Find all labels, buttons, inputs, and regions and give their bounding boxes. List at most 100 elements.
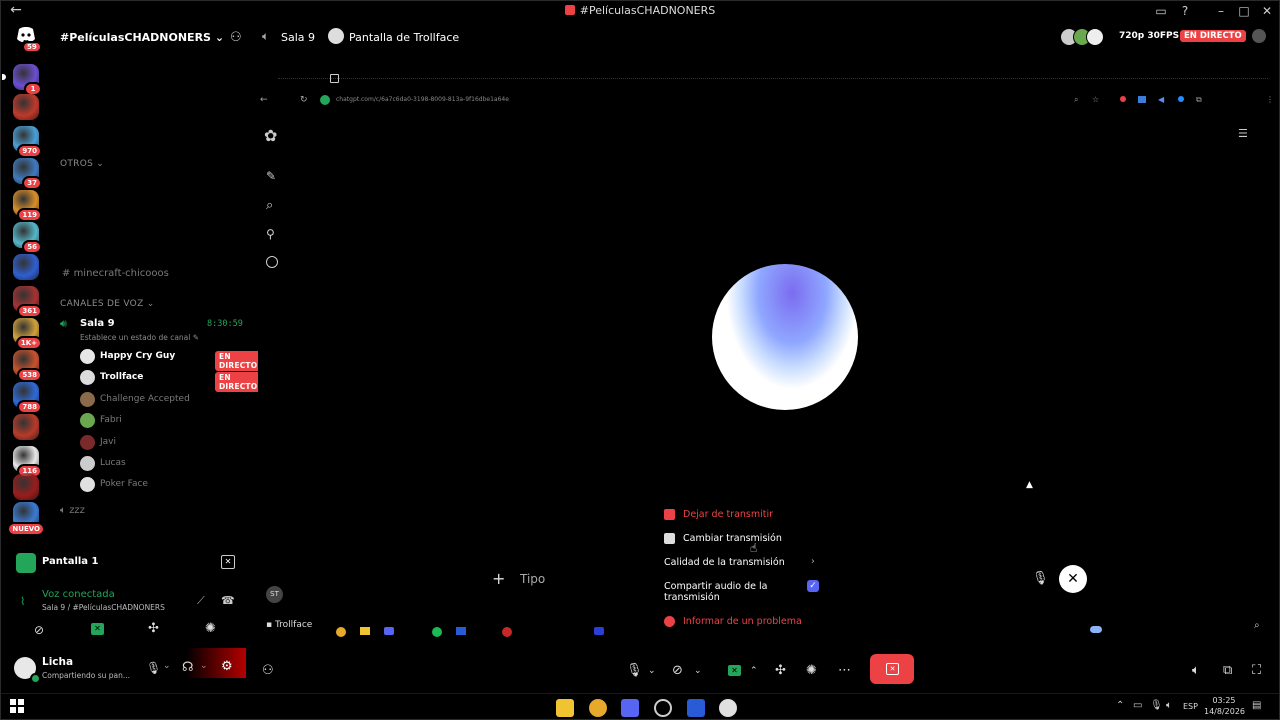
extension-icon[interactable] — [1178, 96, 1184, 102]
server-icon[interactable] — [13, 474, 39, 500]
reload-icon[interactable]: ↻ — [300, 95, 308, 105]
microphone-icon[interactable]: 🎙︎ — [626, 659, 643, 683]
report-problem-item[interactable]: Informar de un problema — [664, 616, 834, 630]
invite-icon[interactable]: ⚇ — [262, 659, 274, 683]
activities-icon[interactable]: ✣ — [775, 659, 786, 683]
windows-start-icon[interactable] — [10, 699, 24, 713]
close-window-icon[interactable]: ✕ — [1259, 3, 1275, 19]
mic-off-icon[interactable]: 🎙︎ — [1032, 571, 1049, 586]
inbox-icon[interactable]: ▭ — [1153, 3, 1169, 19]
composer-placeholder[interactable]: Tipo — [520, 572, 545, 586]
audio-icon[interactable]: ◀︎ — [1158, 95, 1164, 104]
server-icon[interactable]: 361 — [13, 286, 42, 318]
voice-user[interactable]: Trollface EN DIRECTO — [80, 369, 262, 393]
network-icon[interactable]: ▭ — [1133, 700, 1142, 711]
volume-tray-icon[interactable]: 🔈︎ — [1166, 700, 1172, 711]
activities-icon[interactable]: ✣ — [148, 621, 159, 636]
chevron-up-icon[interactable]: ⌃ — [750, 659, 758, 683]
server-icon[interactable]: 970 — [13, 126, 42, 158]
server-icon[interactable]: 56 — [13, 222, 42, 254]
server-icon[interactable] — [13, 254, 39, 280]
clock-date[interactable]: 14/8/2026 — [1204, 707, 1245, 716]
minimize-icon[interactable]: – — [1213, 3, 1229, 19]
category-voice[interactable]: CANALES DE VOZ ⌄ — [60, 299, 155, 309]
pop-out-icon[interactable]: ⧉ — [1223, 659, 1232, 683]
voice-status[interactable]: Voz conectada — [42, 589, 115, 600]
soundboard-icon[interactable]: ✺ — [806, 659, 817, 683]
puzzle-icon[interactable]: ⧉ — [1196, 95, 1202, 105]
change-stream-item[interactable]: Cambiar transmisión ☝ — [664, 533, 834, 555]
camera-off-icon[interactable]: ⊘ — [672, 659, 683, 683]
voice-user[interactable]: Poker Face — [80, 476, 250, 494]
share-audio-checkbox[interactable]: ✓ — [807, 580, 819, 592]
server-icon[interactable]: 1 — [2, 64, 42, 96]
clock-time[interactable]: 03:25 — [1206, 696, 1242, 705]
back-icon[interactable]: ← — [260, 95, 268, 105]
user-initials-avatar[interactable]: ST — [266, 586, 283, 603]
end-voice-button[interactable]: ✕ — [1059, 565, 1087, 593]
zoom-icon[interactable]: ⌕ — [1074, 95, 1078, 105]
voice-user[interactable]: Fabri — [80, 412, 250, 430]
noise-suppression-icon[interactable]: ⟋ — [197, 594, 205, 608]
voice-channel-sala9[interactable]: 🔊︎ Sala 9 8:30:59 — [60, 316, 250, 334]
pin-icon[interactable]: ⚲ — [266, 227, 275, 241]
stream-quality-item[interactable]: Calidad de la transmisión › — [664, 556, 820, 571]
voice-path[interactable]: Sala 9 / #PelículasCHADNONERS — [42, 603, 165, 612]
browser-menu-icon[interactable]: ⋮ — [1266, 95, 1274, 104]
chevron-down-icon[interactable]: ⌄ — [694, 659, 702, 683]
category-otros[interactable]: OTROS ⌄ — [60, 159, 104, 169]
language-indicator[interactable]: ESP — [1183, 702, 1198, 711]
camera-off-icon[interactable]: ⊘ — [34, 623, 48, 637]
more-options-icon[interactable]: ⋯ — [838, 659, 851, 683]
browser-url[interactable]: chatgpt.com/c/6a7c6da0-3198-8009-813a-9f… — [336, 96, 509, 103]
mic-tray-icon[interactable]: 🎙︎ — [1150, 700, 1163, 711]
zoom-icon[interactable]: ⌕ — [1254, 620, 1260, 631]
text-channel-minecraft[interactable]: # minecraft-chicooos — [62, 268, 169, 279]
disconnect-button[interactable]: ✕ — [870, 654, 914, 684]
ea-app-icon[interactable] — [687, 699, 705, 717]
chevron-down-icon[interactable]: ⌄ — [648, 659, 656, 683]
server-icon[interactable]: 1K+ — [13, 318, 42, 350]
server-icon[interactable]: 788 — [13, 382, 42, 414]
voice-user[interactable]: Challenge Accepted — [80, 391, 250, 409]
server-icon[interactable]: 538 — [13, 350, 42, 382]
tray-overflow-icon[interactable]: ⌃ — [1116, 700, 1124, 711]
stop-stream-item[interactable]: Dejar de transmitir — [664, 509, 834, 523]
voice-user[interactable]: Lucas — [80, 455, 250, 473]
chatgpt-icon[interactable] — [654, 699, 672, 717]
file-explorer-icon[interactable] — [556, 699, 574, 717]
viewer-avatars[interactable] — [1060, 28, 1108, 46]
maximize-icon[interactable]: □ — [1236, 3, 1252, 19]
server-icon[interactable] — [13, 414, 39, 440]
fullscreen-icon[interactable]: ⛶ — [1252, 659, 1261, 683]
trollface-app-icon[interactable] — [719, 699, 737, 717]
soundboard-icon[interactable]: ✺ — [205, 621, 216, 636]
search-icon[interactable]: ⌕ — [266, 198, 273, 213]
voice-channel-zzz[interactable]: 🔈︎ zzz — [60, 505, 85, 516]
extension-icon[interactable] — [1138, 96, 1146, 103]
chrome-icon[interactable] — [589, 699, 607, 717]
server-icon[interactable]: 37 — [13, 158, 42, 190]
help-icon[interactable]: ? — [1177, 3, 1193, 19]
new-chat-icon[interactable]: ✎ — [266, 169, 276, 183]
chatgpt-logo-icon[interactable]: ✿ — [264, 126, 277, 145]
server-icon[interactable]: 116 — [13, 446, 42, 478]
discord-icon[interactable] — [621, 699, 639, 717]
share-screen-icon[interactable]: ✕ — [91, 623, 104, 635]
share-audio-item[interactable]: Compartir audio de la transmisión ✓ — [664, 580, 824, 603]
settings-sliders-icon[interactable]: ☰ — [1238, 127, 1248, 140]
server-icon[interactable]: 119 — [13, 190, 42, 222]
stop-share-icon[interactable]: ✕ — [221, 555, 235, 569]
volume-icon[interactable]: 🔈︎ — [1192, 659, 1200, 683]
voice-user[interactable]: Happy Cry Guy EN DIRECTO — [80, 348, 262, 371]
disconnect-icon[interactable]: ☎ — [221, 594, 235, 607]
voice-user[interactable]: Javi — [80, 434, 250, 452]
chat-bubble-icon[interactable] — [1252, 29, 1266, 43]
notifications-icon[interactable]: ▤ — [1252, 700, 1261, 711]
server-icon[interactable] — [13, 94, 39, 120]
channel-status-prompt[interactable]: Establece un estado de canal ✎ — [80, 333, 199, 342]
bookmark-star-icon[interactable]: ☆ — [1092, 95, 1099, 104]
chat-bubble-icon[interactable] — [266, 256, 278, 268]
share-screen-icon[interactable]: ✕ — [728, 665, 741, 676]
plus-icon[interactable]: + — [492, 569, 505, 588]
